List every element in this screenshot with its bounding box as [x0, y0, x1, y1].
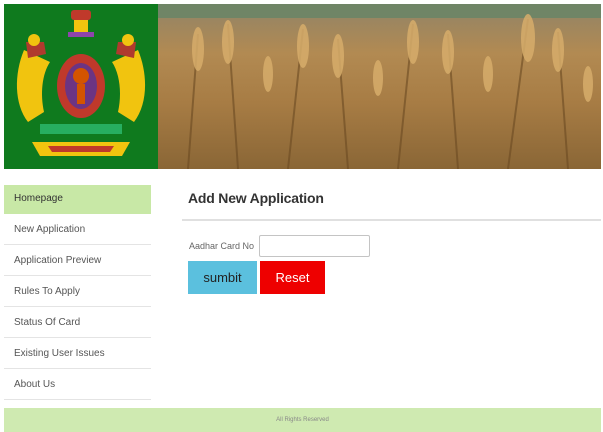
wheat-stalks-illustration [158, 4, 601, 169]
reset-button[interactable]: Reset [260, 261, 325, 294]
page: Homepage New Application Application Pre… [0, 0, 603, 432]
sidebar-item-rules-to-apply[interactable]: Rules To Apply [4, 278, 151, 307]
emblem-panel [4, 4, 158, 169]
sidebar-nav: Homepage New Application Application Pre… [4, 185, 151, 402]
page-title: Add New Application [188, 190, 324, 206]
submit-button[interactable]: sumbit [188, 261, 257, 294]
title-divider [182, 219, 601, 221]
wheat-field-image [158, 4, 601, 169]
sidebar-item-new-application[interactable]: New Application [4, 216, 151, 245]
header-banner [4, 4, 601, 169]
sidebar-item-application-preview[interactable]: Application Preview [4, 247, 151, 276]
state-emblem-logo [4, 4, 158, 169]
aadhar-label: Aadhar Card No [189, 241, 255, 251]
sidebar-item-about-us[interactable]: About Us [4, 371, 151, 400]
aadhar-input[interactable] [259, 235, 370, 257]
sidebar-item-homepage[interactable]: Homepage [4, 185, 151, 214]
sidebar-item-existing-user-issues[interactable]: Existing User Issues [4, 340, 151, 369]
footer: All Rights Reserved [4, 408, 601, 432]
sidebar-item-status-of-card[interactable]: Status Of Card [4, 309, 151, 338]
